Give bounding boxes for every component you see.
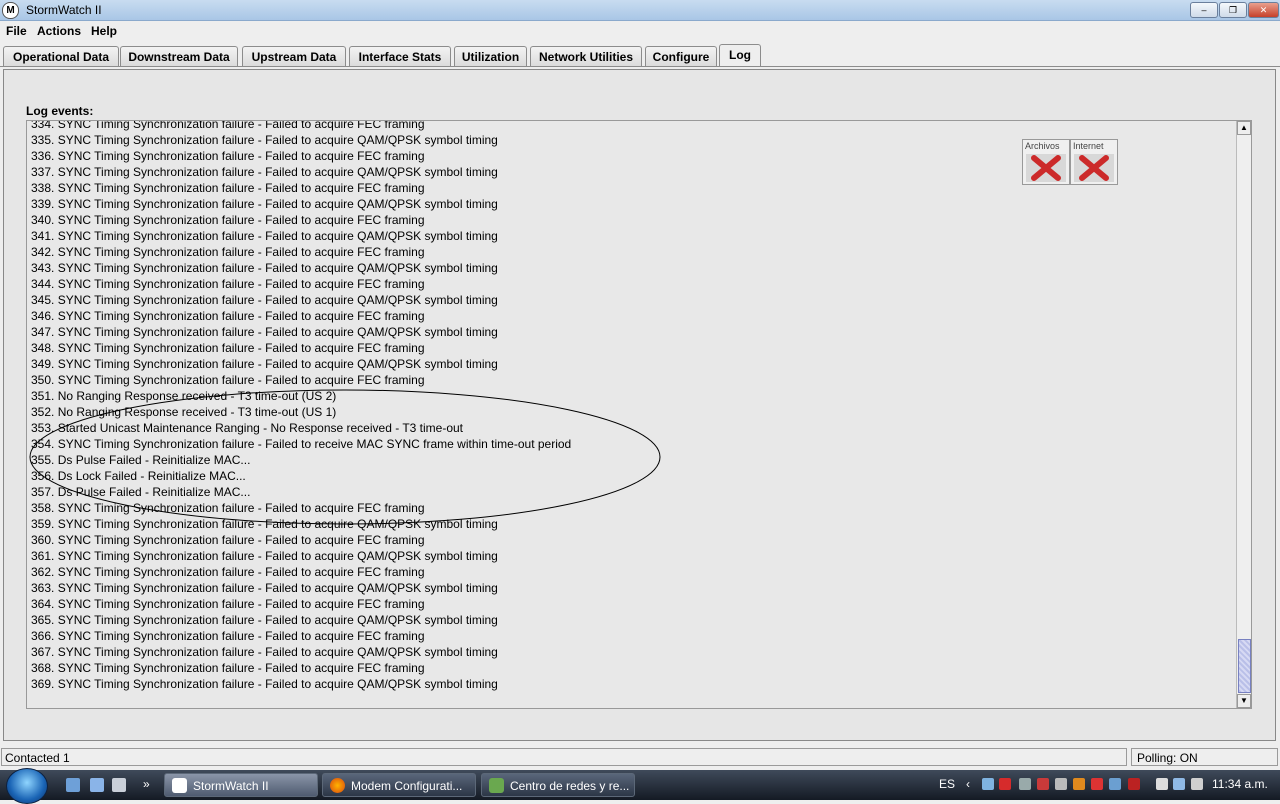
tray-app-icon[interactable] [1019, 778, 1031, 790]
tray-app-icon[interactable] [1073, 778, 1085, 790]
tab-interface-stats[interactable]: Interface Stats [349, 46, 451, 67]
log-line: 368. SYNC Timing Synchronization failure… [31, 661, 425, 675]
switch-windows-icon[interactable] [90, 778, 104, 792]
tray-app-icon[interactable] [982, 778, 994, 790]
menu-file[interactable]: File [6, 24, 27, 38]
network-icon[interactable] [1173, 778, 1185, 790]
log-line: 363. SYNC Timing Synchronization failure… [31, 581, 498, 595]
scroll-up-arrow-icon[interactable]: ▲ [1237, 121, 1251, 135]
log-line: 340. SYNC Timing Synchronization failure… [31, 213, 425, 227]
log-line: 359. SYNC Timing Synchronization failure… [31, 517, 498, 531]
scroll-thumb[interactable] [1238, 639, 1251, 693]
menu-help[interactable]: Help [91, 24, 117, 38]
tray-app-icon[interactable] [1037, 778, 1049, 790]
clock[interactable]: 11:34 a.m. [1212, 777, 1268, 791]
minimize-button[interactable]: – [1190, 2, 1218, 18]
tab-downstream-data[interactable]: Downstream Data [120, 46, 238, 67]
language-indicator[interactable]: ES [939, 777, 955, 791]
task-network-center-label: Centro de redes y re... [510, 779, 630, 793]
task-stormwatch[interactable]: StormWatch II [164, 773, 318, 797]
log-line: 361. SYNC Timing Synchronization failure… [31, 549, 498, 563]
vertical-scrollbar[interactable]: ▲ ▼ [1236, 121, 1251, 708]
network-center-icon [489, 778, 504, 793]
volume-icon[interactable] [1191, 778, 1203, 790]
status-polling: Polling: ON [1131, 748, 1278, 766]
log-line: 351. No Ranging Response received - T3 t… [31, 389, 337, 403]
tray-app-icon[interactable] [1128, 778, 1140, 790]
tray-expand-icon[interactable]: ‹ [966, 777, 970, 791]
scroll-down-arrow-icon[interactable]: ▼ [1237, 694, 1251, 708]
log-line: 353. Started Unicast Maintenance Ranging… [31, 421, 464, 435]
log-line: 343. SYNC Timing Synchronization failure… [31, 261, 498, 275]
log-line: 364. SYNC Timing Synchronization failure… [31, 597, 425, 611]
log-line: 341. SYNC Timing Synchronization failure… [31, 229, 498, 243]
task-firefox-label: Modem Configurati... [351, 779, 463, 793]
red-x-icon [1026, 154, 1066, 182]
status-bar: Contacted 1 Polling: ON [0, 748, 1280, 768]
log-lines: 334. SYNC Timing Synchronization failure… [31, 120, 1231, 692]
status-contacted: Contacted 1 [1, 748, 1127, 766]
firefox-icon [330, 778, 345, 793]
badge-internet-label: Internet [1073, 141, 1104, 151]
log-line: 367. SYNC Timing Synchronization failure… [31, 645, 498, 659]
tray-app-icon[interactable] [1055, 778, 1067, 790]
log-line: 365. SYNC Timing Synchronization failure… [31, 613, 498, 627]
tab-upstream-data[interactable]: Upstream Data [242, 46, 346, 67]
ati-icon[interactable] [999, 778, 1011, 790]
power-icon[interactable] [1156, 778, 1168, 790]
badge-archivos-label: Archivos [1025, 141, 1060, 151]
menu-bar: File Actions Help [0, 21, 1280, 43]
badge-internet: Internet [1070, 139, 1118, 185]
window-title: StormWatch II [26, 3, 102, 17]
log-line: 354. SYNC Timing Synchronization failure… [31, 437, 572, 451]
red-x-icon [1074, 154, 1114, 182]
log-line: 352. No Ranging Response received - T3 t… [31, 405, 337, 419]
tab-divider [0, 66, 1280, 67]
quick-launch-overflow-icon[interactable]: » [143, 777, 150, 791]
quick-launch-icon[interactable] [112, 778, 126, 792]
show-desktop-icon[interactable] [66, 778, 80, 792]
task-firefox[interactable]: Modem Configurati... [322, 773, 476, 797]
log-line: 350. SYNC Timing Synchronization failure… [31, 373, 425, 387]
task-network-center[interactable]: Centro de redes y re... [481, 773, 635, 797]
log-line: 366. SYNC Timing Synchronization failure… [31, 629, 425, 643]
log-line: 356. Ds Lock Failed - Reinitialize MAC..… [31, 469, 246, 483]
close-button[interactable]: ✕ [1248, 2, 1279, 18]
menu-actions[interactable]: Actions [37, 24, 81, 38]
tab-bar: Operational Data Downstream Data Upstrea… [0, 44, 1280, 68]
log-line: 347. SYNC Timing Synchronization failure… [31, 325, 498, 339]
stormwatch-icon [172, 778, 187, 793]
log-line: 346. SYNC Timing Synchronization failure… [31, 309, 425, 323]
log-line: 348. SYNC Timing Synchronization failure… [31, 341, 425, 355]
log-line: 369. SYNC Timing Synchronization failure… [31, 677, 498, 691]
maximize-button[interactable]: ❐ [1219, 2, 1247, 18]
task-stormwatch-label: StormWatch II [193, 779, 269, 793]
app-logo-icon: M [2, 2, 19, 19]
title-bar: M StormWatch II – ❐ ✕ [0, 0, 1280, 21]
tab-network-utilities[interactable]: Network Utilities [530, 46, 642, 67]
badge-archivos: Archivos [1022, 139, 1070, 185]
log-line: 339. SYNC Timing Synchronization failure… [31, 197, 498, 211]
start-button[interactable] [6, 768, 48, 804]
log-line: 344. SYNC Timing Synchronization failure… [31, 277, 425, 291]
log-line: 355. Ds Pulse Failed - Reinitialize MAC.… [31, 453, 251, 467]
tab-configure[interactable]: Configure [645, 46, 717, 67]
log-line: 358. SYNC Timing Synchronization failure… [31, 501, 425, 515]
log-line: 349. SYNC Timing Synchronization failure… [31, 357, 498, 371]
tab-operational-data[interactable]: Operational Data [3, 46, 119, 67]
log-panel: Log events: 334. SYNC Timing Synchroniza… [3, 69, 1276, 741]
tab-utilization[interactable]: Utilization [454, 46, 527, 67]
log-line: 357. Ds Pulse Failed - Reinitialize MAC.… [31, 485, 251, 499]
windows-taskbar: » StormWatch II Modem Configurati... Cen… [0, 768, 1280, 804]
tab-log[interactable]: Log [719, 44, 761, 67]
log-line: 360. SYNC Timing Synchronization failure… [31, 533, 425, 547]
log-line: 362. SYNC Timing Synchronization failure… [31, 565, 425, 579]
log-line: 345. SYNC Timing Synchronization failure… [31, 293, 498, 307]
tray-app-icon[interactable] [1109, 778, 1121, 790]
log-events-list[interactable]: 334. SYNC Timing Synchronization failure… [26, 120, 1252, 709]
tray-app-icon[interactable] [1091, 778, 1103, 790]
log-events-label: Log events: [26, 104, 94, 118]
log-line: 334. SYNC Timing Synchronization failure… [31, 120, 425, 131]
log-line: 342. SYNC Timing Synchronization failure… [31, 245, 425, 259]
